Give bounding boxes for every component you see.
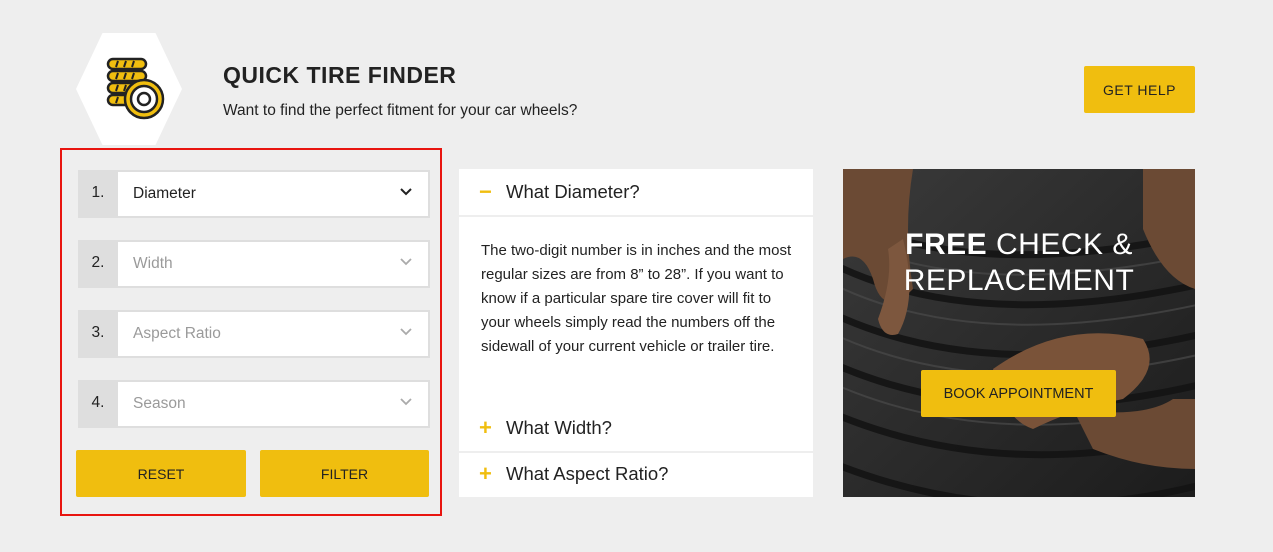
get-help-button[interactable]: GET HELP: [1084, 66, 1195, 113]
chevron-down-icon: [400, 328, 412, 336]
chevron-down-icon: [400, 258, 412, 266]
faq-item-diameter-header[interactable]: − What Diameter?: [459, 169, 813, 215]
tire-finder-form: 1. Diameter 2. Width 3. Aspect Ratio 4. …: [60, 148, 442, 516]
faq-item-aspect-ratio-header[interactable]: + What Aspect Ratio?: [459, 451, 813, 497]
season-select-row: 4. Season: [78, 380, 430, 428]
page-title: QUICK TIRE FINDER: [223, 62, 457, 88]
aspect-ratio-select-value: Aspect Ratio: [133, 325, 221, 342]
width-select-value: Width: [133, 255, 173, 272]
width-select-row: 2. Width: [78, 240, 430, 288]
step-number: 4.: [91, 394, 105, 411]
promo-title-bold: FREE: [905, 228, 988, 261]
promo-banner: FREE CHECK & REPLACEMENT BOOK APPOINTMEN…: [843, 169, 1195, 497]
season-select-value: Season: [133, 395, 186, 412]
faq-answer: The two-digit number is in inches and th…: [481, 242, 792, 355]
faq-question: What Diameter?: [506, 181, 640, 202]
step-number: 1.: [91, 184, 105, 201]
book-appointment-button[interactable]: BOOK APPOINTMENT: [921, 370, 1116, 417]
plus-icon: +: [479, 461, 492, 486]
diameter-select[interactable]: Diameter: [118, 172, 428, 216]
divider: [459, 215, 813, 217]
aspect-ratio-select-row: 3. Aspect Ratio: [78, 310, 430, 358]
promo-title-rest: CHECK &: [987, 228, 1133, 261]
faq-question: What Aspect Ratio?: [506, 463, 669, 484]
reset-button[interactable]: RESET: [76, 450, 246, 497]
plus-icon: +: [479, 415, 492, 440]
step-number: 3.: [91, 324, 105, 341]
chevron-down-icon: [400, 398, 412, 406]
tire-hands-photo: [843, 169, 1195, 497]
tire-finder-logo: [76, 33, 182, 145]
filter-button[interactable]: FILTER: [260, 450, 429, 497]
step-number: 2.: [91, 254, 105, 271]
page-subtitle: Want to find the perfect fitment for you…: [223, 102, 578, 119]
faq-item-width-header[interactable]: + What Width?: [459, 405, 813, 451]
chevron-down-icon: [400, 188, 412, 196]
diameter-select-value: Diameter: [133, 185, 196, 202]
faq-question: What Width?: [506, 417, 612, 438]
faq-accordion: − What Diameter? The two-digit number is…: [459, 169, 813, 497]
promo-title: FREE CHECK & REPLACEMENT: [843, 227, 1195, 299]
season-select[interactable]: Season: [118, 382, 428, 426]
minus-icon: −: [479, 179, 492, 204]
width-select[interactable]: Width: [118, 242, 428, 286]
diameter-select-row: 1. Diameter: [78, 170, 430, 218]
promo-title-line2: REPLACEMENT: [903, 264, 1135, 297]
aspect-ratio-select[interactable]: Aspect Ratio: [118, 312, 428, 356]
tire-stack-icon: [106, 57, 165, 120]
